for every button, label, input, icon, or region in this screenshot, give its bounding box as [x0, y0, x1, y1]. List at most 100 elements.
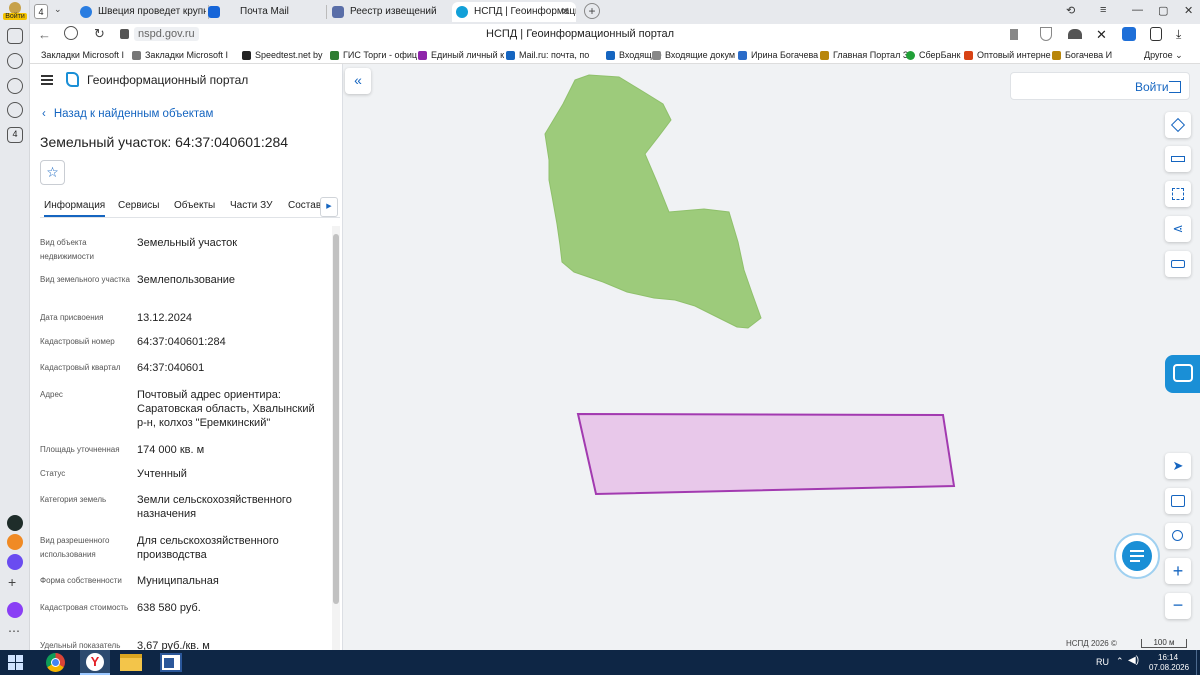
app-icon-green[interactable] — [7, 515, 23, 531]
minimize-icon[interactable]: — — [1132, 4, 1143, 16]
show-hidden-icon[interactable]: ⌃ — [1116, 656, 1124, 667]
bookmark-item[interactable]: Главная Портал З — [820, 48, 908, 62]
tab-1[interactable]: Швеция проведет крупне — [76, 2, 206, 22]
plus-icon: + — [1172, 561, 1184, 581]
word-taskbar-icon[interactable] — [160, 653, 182, 672]
new-tab-button[interactable]: + — [584, 3, 600, 19]
select-area-button[interactable] — [1165, 181, 1191, 207]
extension-icon-4[interactable] — [1150, 27, 1162, 41]
bookmarks-other[interactable]: Другое ⌄ — [1144, 48, 1183, 62]
url-text[interactable]: nspd.gov.ru — [134, 27, 199, 41]
layers-button[interactable] — [1165, 112, 1191, 138]
hamburger-menu-icon[interactable] — [41, 75, 53, 85]
profile-login-label[interactable]: Войти — [3, 13, 27, 20]
tab-objects[interactable]: Объекты — [174, 200, 215, 211]
tabs-scroll-right-button[interactable]: ▶ — [320, 197, 338, 217]
bookmark-item[interactable]: СберБанк — [906, 48, 960, 62]
bookmark-item[interactable]: Speedtest.net by — [242, 48, 323, 62]
alice-icon[interactable] — [7, 602, 23, 618]
field-label: Площадь уточненная — [40, 445, 120, 454]
share-button[interactable]: ⋖ — [1165, 216, 1191, 242]
field-value: 13.12.2024 — [137, 312, 193, 324]
feedback-tab[interactable] — [1165, 355, 1200, 393]
print-button[interactable] — [1165, 251, 1191, 277]
app-icon-orange[interactable] — [7, 534, 23, 550]
search-map-button[interactable] — [1165, 523, 1191, 549]
back-icon[interactable]: ← — [38, 27, 51, 42]
tab-information[interactable]: Информация — [44, 200, 106, 217]
bookmark-item[interactable]: Закладки Microsoft I — [30, 48, 124, 62]
clock-date[interactable]: 07.08.2026 — [1149, 663, 1189, 672]
tab-composition[interactable]: Состав — [288, 200, 321, 211]
parcel-green[interactable] — [544, 74, 762, 329]
bookmark-item[interactable]: Входящие докум — [652, 48, 735, 62]
tab-counter[interactable]: 4 — [34, 4, 48, 19]
parcel-pink-selected[interactable] — [576, 412, 956, 496]
tab-services[interactable]: Сервисы — [118, 200, 159, 211]
field-value: Для сельскохозяйственного производства — [137, 535, 279, 561]
start-button[interactable] — [8, 655, 24, 671]
tabs-count-icon[interactable]: 4 — [7, 127, 23, 143]
field-label: Вид объекта недвижимости — [40, 238, 94, 261]
volume-icon[interactable]: ◀) — [1128, 655, 1139, 666]
zoom-out-button[interactable]: − — [1165, 593, 1191, 619]
extension-icon-3[interactable] — [1122, 27, 1136, 41]
collections-icon[interactable] — [7, 28, 23, 44]
downloads-icon[interactable] — [7, 78, 23, 94]
lang-indicator[interactable]: RU — [1096, 657, 1109, 667]
add-app-icon[interactable]: + — [8, 574, 16, 590]
favorite-button[interactable]: ☆ — [40, 160, 65, 185]
panel-scrollbar[interactable] — [332, 226, 340, 650]
show-desktop-button[interactable] — [1196, 650, 1200, 675]
close-window-icon[interactable]: ✕ — [1184, 4, 1193, 17]
lock-icon — [120, 29, 129, 39]
bookmark-item[interactable]: Богачева И — [1052, 48, 1112, 62]
history-icon[interactable] — [7, 53, 23, 69]
map-area[interactable]: « Войти ⋖ ➤ + − НСПД 2026 © 100 м — [343, 64, 1200, 650]
bookmark-icon[interactable] — [1010, 29, 1018, 40]
media-icon[interactable] — [7, 102, 23, 118]
reload-icon[interactable]: ↻ — [94, 26, 105, 42]
tab-list-chevron-icon[interactable]: ⌄ — [54, 4, 62, 15]
portal-logo-icon — [66, 72, 79, 87]
menu-icon[interactable]: ≡ — [1100, 4, 1106, 16]
bookmark-item[interactable]: Единый личный к — [418, 48, 504, 62]
tab-2[interactable]: Почта Mail — [204, 2, 324, 22]
field-value: 3,67 руб./кв. м — [137, 640, 210, 650]
yandex-browser-taskbar-icon[interactable]: Y — [80, 650, 110, 675]
extension-icon-1[interactable] — [1068, 29, 1082, 39]
more-icon[interactable]: ⋯ — [8, 624, 20, 638]
field-value: Муниципальная — [137, 575, 219, 587]
collections-btn-icon[interactable]: ⟲ — [1066, 4, 1075, 17]
field-label: Форма собственности — [40, 576, 122, 585]
print-icon — [1171, 260, 1185, 268]
app-icon-purple[interactable] — [7, 554, 23, 570]
profile-avatar[interactable]: Войти — [3, 2, 27, 22]
yandex-icon[interactable] — [64, 26, 78, 40]
bookmark-item[interactable]: Mail.ru: почта, по — [506, 48, 589, 62]
bookmark-item[interactable]: Оптовый интерне — [964, 48, 1051, 62]
bookmark-item[interactable]: ГИС Торги - офиц — [330, 48, 417, 62]
field-value: 174 000 кв. м — [137, 444, 205, 456]
download-icon[interactable]: ⤓ — [1176, 27, 1181, 42]
measure-button[interactable] — [1165, 146, 1191, 172]
scrollbar-thumb[interactable] — [333, 234, 339, 604]
tab-parts[interactable]: Части ЗУ — [230, 200, 272, 211]
chat-assistant-button[interactable] — [1114, 533, 1160, 579]
protect-icon[interactable] — [1040, 27, 1052, 41]
locate-button[interactable]: ➤ — [1165, 453, 1191, 479]
explorer-taskbar-icon[interactable] — [120, 654, 142, 671]
minimap-button[interactable] — [1165, 488, 1191, 514]
tab-4-active[interactable]: НСПД | Геоинформаци ✕ — [452, 2, 576, 22]
bookmark-item[interactable]: Ирина Богачева — [738, 48, 818, 62]
extension-icon-2[interactable]: ✕ — [1096, 27, 1107, 43]
info-tabs: Информация Сервисы Объекты Части ЗУ Сост… — [40, 198, 340, 218]
close-tab-icon[interactable]: ✕ — [561, 2, 570, 22]
back-to-results-link[interactable]: ‹ Назад к найденным объектам — [42, 108, 213, 120]
chrome-taskbar-icon[interactable] — [46, 653, 65, 672]
tab-3[interactable]: Реестр извещений — [328, 2, 452, 22]
maximize-icon[interactable]: ▢ — [1158, 4, 1168, 17]
bookmark-item[interactable]: Закладки Microsoft I — [132, 48, 228, 62]
clock-time[interactable]: 16:14 — [1158, 653, 1178, 662]
zoom-in-button[interactable]: + — [1165, 558, 1191, 584]
